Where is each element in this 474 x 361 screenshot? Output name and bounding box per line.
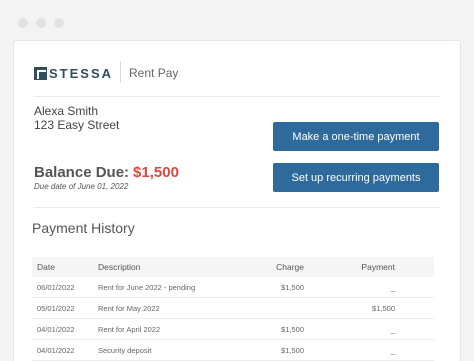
rent-pay-panel: STESSA Rent Pay Alexa Smith 123 Easy Str…	[13, 40, 461, 361]
window-dot-icon	[36, 18, 46, 28]
row-charge: $1,500	[281, 345, 304, 355]
row-date: 04/01/2022	[37, 345, 75, 355]
column-payment: Payment	[361, 262, 395, 272]
table-row: 04/01/2022 Security deposit $1,500 _	[32, 340, 434, 361]
column-description: Description	[98, 262, 141, 272]
header-divider	[120, 61, 122, 83]
table-row: 04/01/2022 Rent for April 2022 $1,500 _	[32, 319, 434, 340]
window-controls	[18, 18, 64, 28]
row-date: 05/01/2022	[37, 303, 75, 313]
row-description: Rent for May 2022	[98, 303, 160, 313]
app-name: Rent Pay	[129, 66, 179, 80]
row-date: 04/01/2022	[37, 324, 75, 334]
one-time-payment-button[interactable]: Make a one-time payment	[273, 122, 439, 151]
table-row: 06/01/2022 Rent for June 2022 - pending …	[32, 277, 434, 298]
table-header: Date Description Charge Payment	[32, 257, 434, 277]
recurring-payments-button[interactable]: Set up recurring payments	[273, 163, 439, 192]
balance-due: Balance Due: $1,500	[34, 164, 179, 181]
column-date: Date	[37, 262, 55, 272]
tenant-name: Alexa Smith	[34, 104, 99, 118]
row-payment: $1,500	[372, 303, 395, 313]
house-icon	[34, 66, 47, 80]
window-dot-icon	[54, 18, 64, 28]
row-charge: $1,500	[281, 324, 304, 334]
balance-amount: $1,500	[133, 164, 179, 181]
row-description: Rent for April 2022	[98, 324, 161, 334]
header: STESSA Rent Pay	[34, 59, 440, 97]
window-dot-icon	[18, 18, 28, 28]
column-charge: Charge	[276, 262, 304, 272]
payment-history-title: Payment History	[32, 220, 135, 236]
table-row: 05/01/2022 Rent for May 2022 $1,500	[32, 298, 434, 319]
stessa-logo[interactable]: STESSA	[34, 59, 113, 87]
row-payment: _	[390, 282, 395, 292]
tenant-address: 123 Easy Street	[34, 118, 120, 132]
row-payment: _	[390, 345, 395, 355]
balance-label: Balance Due:	[34, 164, 130, 181]
section-divider	[34, 207, 440, 208]
logo-text: STESSA	[49, 65, 114, 81]
row-description: Security deposit	[98, 345, 152, 355]
due-date: Due date of June 01, 2022	[34, 182, 129, 191]
row-payment: _	[390, 324, 395, 334]
row-date: 06/01/2022	[37, 282, 75, 292]
row-description: Rent for June 2022 - pending	[98, 282, 196, 292]
row-charge: $1,500	[281, 282, 304, 292]
payment-history-table: Date Description Charge Payment 06/01/20…	[32, 257, 434, 361]
